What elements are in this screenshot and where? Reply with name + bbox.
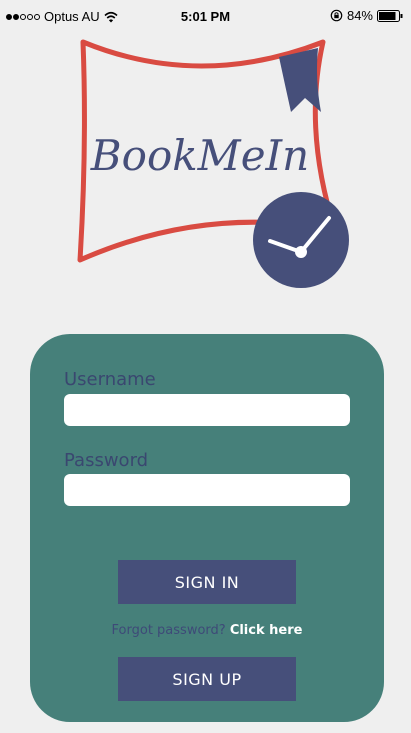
sign-up-button[interactable]: SIGN UP — [118, 657, 296, 701]
clock-icon — [253, 192, 349, 288]
click-here-link[interactable]: Click here — [230, 623, 303, 638]
bookmark-icon — [279, 48, 321, 112]
username-input[interactable] — [64, 394, 350, 426]
sign-in-button[interactable]: SIGN IN — [118, 560, 296, 604]
login-card: Username Password SIGN IN Forgot passwor… — [30, 334, 384, 722]
password-input[interactable] — [64, 474, 350, 506]
logo-graphic: BookMeIn — [77, 39, 349, 288]
status-bar: Optus AU 5:01 PM 84% — [0, 0, 411, 34]
battery-icon — [377, 9, 403, 22]
logo-text: BookMeIn — [90, 131, 309, 180]
username-label: Username — [64, 369, 156, 390]
status-right: 84% — [330, 8, 403, 23]
forgot-password-text: Forgot password? — [111, 623, 230, 638]
rotation-lock-icon — [330, 9, 343, 22]
forgot-password-row: Forgot password? Click here — [30, 623, 384, 638]
app-logo: BookMeIn — [55, 30, 355, 295]
battery-percent: 84% — [346, 8, 373, 23]
password-label: Password — [64, 450, 149, 471]
